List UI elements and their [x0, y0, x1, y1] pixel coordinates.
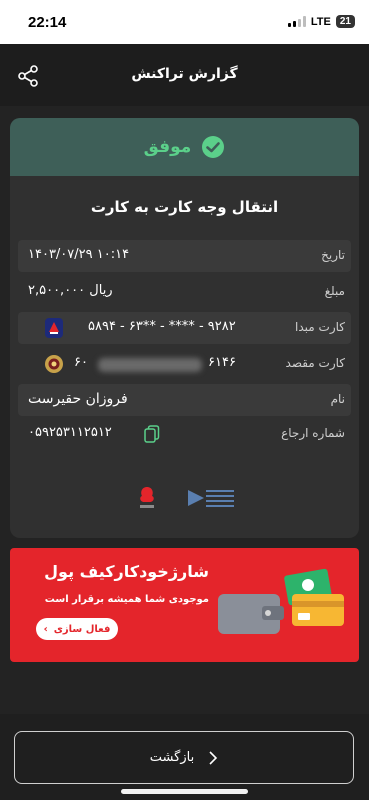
- banner-title: شارژخودکارکیف پول: [44, 562, 209, 581]
- chevron-left-icon: ‹: [43, 623, 48, 635]
- row-reference: شماره ارجاع ۰۵۹۲۵۳۱۱۲۵۱۲: [18, 418, 351, 450]
- bank-emblem-icon: [140, 487, 154, 508]
- transaction-type: انتقال وجه کارت به کارت: [90, 198, 279, 216]
- dest-card-start: ۶۰: [74, 355, 88, 370]
- receipt-card: موفق انتقال وجه کارت به کارت تاریخ ۱۴۰۳/…: [10, 118, 359, 538]
- reference-label: شماره ارجاع: [281, 426, 345, 440]
- status-bar: 22:14 LTE 21: [0, 0, 369, 44]
- row-amount: مبلغ ۲,۵۰۰,۰۰۰ ریال: [18, 276, 351, 308]
- check-circle-icon: [202, 136, 225, 158]
- row-dest-card: کارت مقصد ۶۰ ۶۱۴۶: [18, 348, 351, 380]
- status-indicators: LTE 21: [287, 15, 355, 28]
- status-banner: موفق: [10, 118, 359, 176]
- chevron-right-icon: [209, 750, 218, 765]
- dest-card-label: کارت مقصد: [285, 356, 345, 370]
- date-label: تاریخ: [321, 248, 345, 262]
- wallet-cards-icon: [218, 568, 344, 634]
- dest-card-end: ۶۱۴۶: [208, 355, 236, 370]
- shetab-logo-icon: [188, 490, 234, 507]
- status-text: موفق: [143, 137, 192, 157]
- row-source-card: کارت مبدا ۵۸۹۴ - ۶۳** - **** - ۹۲۸۲: [18, 312, 351, 344]
- signal-icon: [287, 16, 306, 27]
- back-label: بازگشت: [149, 750, 195, 765]
- home-indicator: [121, 789, 248, 794]
- row-name: نام فروزان حقیرست: [18, 384, 351, 416]
- partner-logos: [10, 484, 359, 514]
- activate-button[interactable]: ‹ فعال سازی: [36, 618, 118, 640]
- bank-logo-icon: [45, 355, 63, 373]
- amount-label: مبلغ: [324, 284, 345, 298]
- reference-value: ۰۵۹۲۵۳۱۱۲۵۱۲: [28, 425, 112, 440]
- status-time: 22:14: [28, 14, 67, 31]
- battery-icon: 21: [335, 15, 355, 28]
- name-label: نام: [330, 392, 345, 406]
- source-card-label: کارت مبدا: [295, 320, 345, 334]
- amount-value: ۲,۵۰۰,۰۰۰ ریال: [28, 283, 113, 298]
- masked-card-number: [98, 358, 202, 372]
- back-button[interactable]: بازگشت: [14, 731, 354, 784]
- page-title: گزارش تراکنش: [131, 66, 238, 82]
- row-date: تاریخ ۱۴۰۳/۰۷/۲۹ ۱۰:۱۴: [18, 240, 351, 272]
- bank-logo-icon: [45, 318, 63, 338]
- activate-label: فعال سازی: [53, 623, 111, 635]
- network-type: LTE: [310, 15, 331, 28]
- app-header: گزارش تراکنش: [0, 44, 369, 106]
- source-card-value: ۵۸۹۴ - ۶۳** - **** - ۹۲۸۲: [88, 319, 236, 334]
- name-value: فروزان حقیرست: [28, 391, 128, 407]
- date-value: ۱۴۰۳/۰۷/۲۹ ۱۰:۱۴: [28, 247, 130, 262]
- banner-subtitle: موجودی شما همیشه برقرار است: [44, 594, 209, 605]
- promo-banner[interactable]: شارژخودکارکیف پول موجودی شما همیشه برقرا…: [10, 548, 359, 662]
- copy-icon[interactable]: [144, 425, 160, 443]
